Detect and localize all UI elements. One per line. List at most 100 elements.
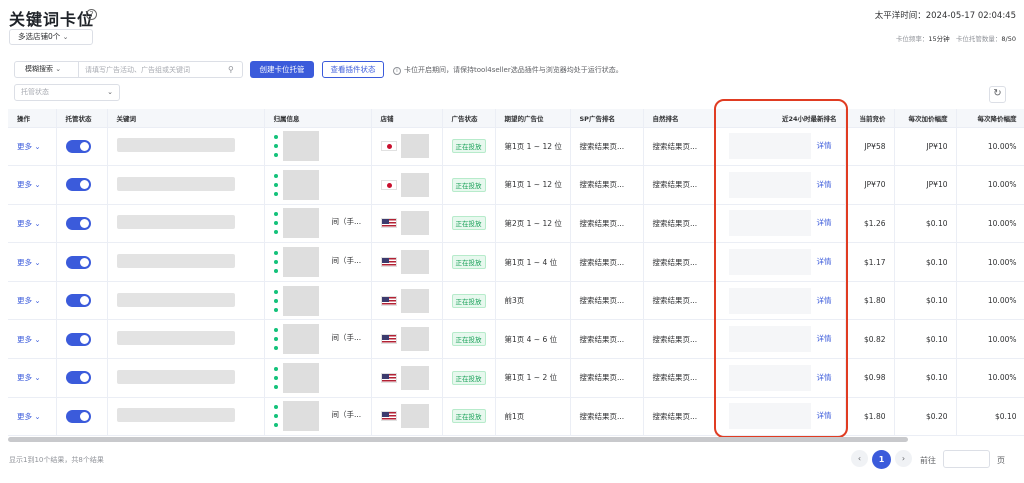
col-header: 归属信息 bbox=[264, 109, 372, 128]
shop-redacted bbox=[400, 211, 429, 236]
more-link[interactable]: 更多 bbox=[17, 142, 32, 151]
us-flag-icon bbox=[380, 372, 397, 383]
detail-link[interactable]: 详情 bbox=[817, 373, 832, 382]
status-dot bbox=[273, 289, 278, 294]
chevron-down-icon: ⌄ bbox=[34, 180, 41, 190]
more-dropdown[interactable]: 更多 ⌄ bbox=[8, 281, 57, 321]
sp-rank: 搜索结果页... bbox=[570, 319, 644, 360]
keyword-cell bbox=[107, 204, 265, 244]
more-dropdown[interactable]: 更多 ⌄ bbox=[8, 319, 57, 360]
managed-toggle-cell bbox=[56, 204, 108, 244]
shop-multi-select[interactable]: 多选店铺0个 ⌄ bbox=[9, 29, 93, 45]
us-flag-icon bbox=[380, 257, 397, 268]
chevron-down-icon: ⌄ bbox=[62, 33, 69, 41]
shop-cell bbox=[371, 358, 443, 398]
ad-status-cell: 正在投放 bbox=[442, 281, 496, 321]
status-dot bbox=[273, 375, 278, 380]
owner-redacted bbox=[282, 169, 319, 200]
more-dropdown[interactable]: 更多 ⌄ bbox=[8, 358, 57, 398]
table-row: 更多 ⌄ 正在投放 第1页 1 ~ 12 位搜索结果页... 搜索结果页... 详情 JP… bbox=[8, 165, 1024, 205]
create-position-button[interactable]: 创建卡位托管 bbox=[250, 61, 314, 78]
more-link[interactable]: 更多 bbox=[17, 180, 32, 189]
detail-link[interactable]: 详情 bbox=[817, 334, 832, 343]
managed-toggle[interactable] bbox=[65, 216, 91, 230]
bid-decrease: 10.00% bbox=[956, 204, 1024, 244]
more-dropdown[interactable]: 更多 ⌄ bbox=[8, 165, 57, 205]
detail-link[interactable]: 详情 bbox=[817, 296, 832, 305]
chevron-down-icon: ⌄ bbox=[55, 65, 62, 73]
question-circle-icon[interactable]: ? bbox=[86, 9, 97, 20]
more-dropdown[interactable]: 更多 ⌄ bbox=[8, 204, 57, 244]
keyword-cell bbox=[107, 165, 265, 205]
managed-toggle[interactable] bbox=[65, 255, 91, 269]
status-dot bbox=[273, 230, 278, 235]
detail-link[interactable]: 详情 bbox=[817, 180, 832, 189]
expected-position: 第1页 1 ~ 2 位 bbox=[495, 358, 571, 398]
detail-link[interactable]: 详情 bbox=[817, 141, 832, 150]
more-dropdown[interactable]: 更多 ⌄ bbox=[8, 127, 57, 167]
status-dot bbox=[273, 366, 278, 371]
search-input[interactable]: 请填写广告活动、广告组或关键词 bbox=[79, 65, 228, 75]
horizontal-scrollbar[interactable] bbox=[8, 437, 908, 442]
bid-increase: $0.10 bbox=[894, 204, 957, 244]
keyword-cell bbox=[107, 397, 265, 437]
more-link[interactable]: 更多 bbox=[17, 412, 32, 421]
bid-decrease: 10.00% bbox=[956, 319, 1024, 360]
managed-status-select[interactable]: 托管状态 ⌄ bbox=[14, 84, 120, 101]
plugin-status-button[interactable]: 查看插件状态 bbox=[322, 61, 384, 78]
status-dot bbox=[273, 135, 278, 140]
rank-sparkline bbox=[728, 171, 811, 198]
next-page-button[interactable]: › bbox=[895, 450, 912, 467]
managed-toggle[interactable] bbox=[65, 409, 91, 423]
managed-toggle[interactable] bbox=[65, 294, 91, 308]
managed-toggle[interactable] bbox=[65, 371, 91, 385]
keyword-cell bbox=[107, 358, 265, 398]
managed-toggle[interactable] bbox=[65, 332, 91, 346]
ad-status-cell: 正在投放 bbox=[442, 204, 496, 244]
more-link[interactable]: 更多 bbox=[17, 296, 32, 305]
expected-position: 第1页 1 ~ 12 位 bbox=[495, 165, 571, 205]
shop-redacted bbox=[400, 365, 429, 390]
page-title: 关键词卡位 bbox=[9, 10, 95, 29]
status-dot bbox=[273, 414, 278, 419]
more-dropdown[interactable]: 更多 ⌄ bbox=[8, 397, 57, 437]
more-link[interactable]: 更多 bbox=[17, 258, 32, 267]
shop-redacted bbox=[400, 134, 429, 159]
owner-text: 间（手... bbox=[331, 333, 362, 343]
search-icon[interactable]: ⚲ bbox=[228, 65, 242, 74]
bid-increase: JP¥10 bbox=[894, 127, 957, 167]
table-row: 更多 ⌄ 正在投放 前3页 搜索结果页... 搜索结果页... 详情 $1.80 $0.10 1… bbox=[8, 281, 1024, 321]
keyword-cell bbox=[107, 319, 265, 360]
shop-redacted bbox=[400, 404, 429, 429]
status-dot bbox=[273, 182, 278, 187]
rank-24h-cell: 详情 bbox=[715, 242, 846, 282]
more-link[interactable]: 更多 bbox=[17, 335, 32, 344]
shop-redacted bbox=[400, 327, 429, 352]
search-mode-select[interactable]: 模糊搜索 ⌄ bbox=[15, 62, 79, 77]
prev-page-button[interactable]: ‹ bbox=[851, 450, 868, 467]
goto-page-input[interactable] bbox=[943, 450, 990, 468]
info-notice: i 卡位开启期间，请保持tool4seller选品插件与浏览器均处于运行状态。 bbox=[393, 65, 623, 75]
status-dot bbox=[273, 251, 278, 256]
col-header: 操作 bbox=[8, 109, 57, 128]
managed-toggle-cell bbox=[56, 397, 108, 437]
organic-rank: 搜索结果页... bbox=[643, 358, 716, 398]
more-dropdown[interactable]: 更多 ⌄ bbox=[8, 242, 57, 282]
detail-link[interactable]: 详情 bbox=[817, 218, 832, 227]
owner-redacted bbox=[282, 362, 319, 393]
rank-24h-cell: 详情 bbox=[715, 281, 846, 321]
managed-toggle[interactable] bbox=[65, 178, 91, 192]
owner-text: 间（手... bbox=[331, 256, 362, 266]
status-badge: 正在投放 bbox=[451, 139, 486, 154]
managed-toggle[interactable] bbox=[65, 139, 91, 153]
more-link[interactable]: 更多 bbox=[17, 219, 32, 228]
status-dot bbox=[273, 144, 278, 149]
frequency-info: 卡位频率：15分钟 卡位托管数量：8/50 bbox=[896, 33, 1016, 43]
current-page-button[interactable]: 1 bbox=[872, 450, 891, 469]
rank-24h-cell: 详情 bbox=[715, 358, 846, 398]
refresh-icon[interactable]: ↻ bbox=[989, 86, 1006, 103]
owner-redacted bbox=[282, 401, 319, 432]
detail-link[interactable]: 详情 bbox=[817, 411, 832, 420]
detail-link[interactable]: 详情 bbox=[817, 257, 832, 266]
more-link[interactable]: 更多 bbox=[17, 373, 32, 382]
